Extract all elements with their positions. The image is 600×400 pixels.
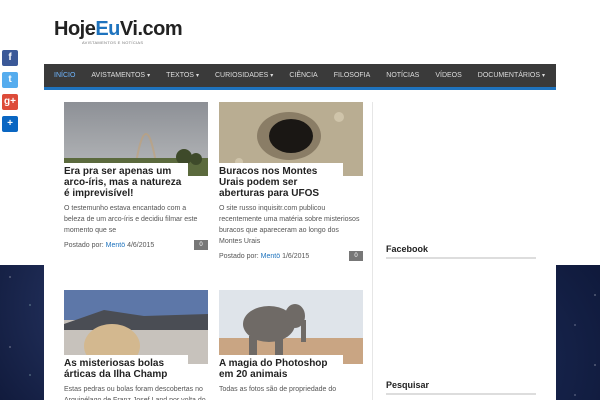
nav-item[interactable]: INÍCIO	[54, 72, 75, 79]
facebook-icon[interactable]: f	[2, 50, 18, 66]
post-image-stone-ball[interactable]	[64, 290, 208, 364]
sidebar-divider	[372, 102, 373, 400]
nav-item[interactable]: NOTÍCIAS	[386, 72, 419, 79]
nav-item-label: AVISTAMENTOS	[91, 72, 146, 79]
post-card: Buracos nos Montes Urais podem ser abert…	[219, 102, 363, 265]
comment-count-badge[interactable]: 0	[194, 240, 208, 250]
nav-item-label: VÍDEOS	[435, 72, 462, 79]
site-logo[interactable]: HojeEuVi.com	[54, 18, 183, 41]
nav-item[interactable]: AVISTAMENTOS ▾	[91, 72, 150, 79]
post-excerpt: O site russo inquisitr.com publicou rece…	[219, 205, 360, 245]
nav-item[interactable]: FILOSOFIA	[334, 72, 371, 79]
post-excerpt: Todas as fotos são de propriedade do	[219, 386, 337, 393]
nav-item-label: TEXTOS	[166, 72, 194, 79]
post-meta: Postado por: Mentö 4/6/2015 0	[64, 240, 208, 254]
post-card: Era pra ser apenas um arco-íris, mas a n…	[64, 102, 208, 254]
post-card: As misteriosas bolas árticas da Ilha Cha…	[64, 290, 208, 400]
logo-text-1: Hoje	[54, 18, 96, 40]
post-author-link[interactable]: Mentö	[106, 242, 125, 249]
post-title[interactable]: Buracos nos Montes Urais podem ser abert…	[219, 163, 343, 201]
widget-title-search: Pesquisar	[386, 380, 536, 395]
caret-down-icon: ▾	[195, 73, 199, 79]
post-excerpt: Estas pedras ou bolas foram descobertas …	[64, 386, 206, 400]
nav-item-label: NOTÍCIAS	[386, 72, 420, 79]
nav-item[interactable]: CURIOSIDADES ▾	[215, 72, 273, 79]
nav-item-label: DOCUMENTÁRIOS	[477, 72, 541, 79]
caret-down-icon: ▾	[147, 73, 151, 79]
site-header: HojeEuVi.com AVISTAMENTOS E NOTÍCIAS	[44, 0, 556, 64]
meta-prefix: Postado por:	[64, 242, 104, 249]
nav-item-label: FILOSOFIA	[333, 72, 371, 79]
logo-text-2: Vi.com	[119, 18, 183, 40]
post-title[interactable]: A magia do Photoshop em 20 animais	[219, 355, 343, 382]
post-meta: Postado por: Mentö 1/6/2015 0	[219, 251, 363, 265]
nav-item-label: INÍCIO	[54, 72, 76, 79]
share-icon[interactable]: +	[2, 116, 18, 132]
post-title[interactable]: Era pra ser apenas um arco-íris, mas a n…	[64, 163, 188, 201]
main-nav: INÍCIO AVISTAMENTOS ▾ TEXTOS ▾ CURIOSIDADES ▾ C…	[44, 64, 556, 90]
caret-down-icon: ▾	[542, 73, 546, 79]
page-container: HojeEuVi.com AVISTAMENTOS E NOTÍCIAS INÍ…	[44, 0, 556, 400]
meta-prefix: Postado por:	[219, 253, 259, 260]
post-author-link[interactable]: Mentö	[261, 253, 280, 260]
post-date: 1/6/2015	[282, 253, 310, 260]
nav-item[interactable]: TEXTOS ▾	[166, 72, 199, 79]
caret-down-icon: ▾	[270, 73, 274, 79]
nav-item[interactable]: VÍDEOS	[435, 72, 461, 79]
nav-item-label: CURIOSIDADES	[215, 72, 269, 79]
post-excerpt: O testemunho estava encantado com a bele…	[64, 205, 198, 234]
post-image-elephant[interactable]	[219, 290, 363, 364]
widget-title-facebook: Facebook	[386, 244, 536, 259]
google-plus-icon[interactable]: g+	[2, 94, 18, 110]
social-share-bar: f t g+ +	[2, 50, 22, 138]
nav-item[interactable]: DOCUMENTÁRIOS ▾	[478, 72, 545, 79]
post-card: A magia do Photoshop em 20 animais Todas…	[219, 290, 363, 395]
nav-item-label: CIÊNCIA	[289, 72, 318, 79]
logo-text-accent: Eu	[95, 18, 120, 40]
post-title[interactable]: As misteriosas bolas árticas da Ilha Cha…	[64, 355, 188, 382]
nav-item[interactable]: CIÊNCIA	[289, 72, 317, 79]
comment-count-badge[interactable]: 0	[349, 251, 363, 261]
site-tagline: AVISTAMENTOS E NOTÍCIAS	[82, 40, 144, 45]
twitter-icon[interactable]: t	[2, 72, 18, 88]
post-date: 4/6/2015	[127, 242, 155, 249]
